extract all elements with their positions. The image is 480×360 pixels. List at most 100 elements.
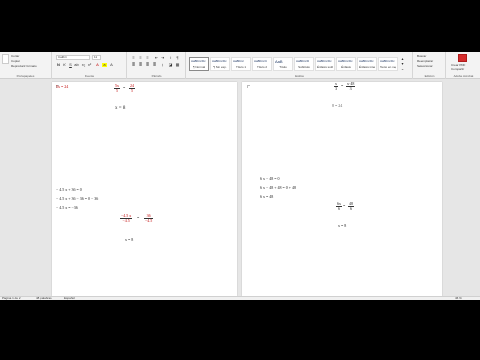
fraction: x·48 3 — [346, 82, 356, 91]
editing-group: Buscar Reemplazar Seleccionar Edición — [414, 52, 446, 79]
margin-marker — [247, 85, 250, 88]
word-count[interactable]: 48 palabras — [36, 297, 52, 300]
fraction: −4.5 x −4.5 — [120, 214, 133, 223]
borders-icon[interactable]: ▦ — [175, 63, 180, 67]
fraction: 6x 6 — [336, 202, 342, 211]
multilevel-list-icon[interactable]: ≡ — [145, 56, 150, 60]
equation-line: − 4.5 x = −36 — [56, 205, 78, 210]
text-effects-icon[interactable]: A — [109, 63, 114, 67]
style-heading-2[interactable]: AaBbCcC Título 2 — [252, 57, 272, 71]
justify-icon[interactable]: ≣ — [152, 63, 157, 67]
word-window: Cortar Copiar Reproducir formato Portapa… — [0, 52, 480, 300]
font-label: Fuente — [84, 74, 95, 78]
font-name-select[interactable]: Calibri — [56, 55, 90, 60]
equation-line: 6 x − 48 = 0 — [260, 176, 280, 181]
format-painter-button[interactable]: Reproducir formato — [11, 65, 37, 68]
style-name: Énfasis intenso — [359, 65, 375, 69]
style-no-spacing[interactable]: AaBbCcDc ¶ Sin esp. — [210, 57, 230, 71]
align-left-icon[interactable]: ≣ — [131, 63, 136, 67]
style-preview: AaBbCc — [233, 59, 245, 63]
equals-sign: = — [343, 203, 346, 208]
share-pdf-button[interactable]: Compartir — [451, 68, 464, 71]
fraction-denominator: 6 — [338, 206, 340, 211]
copy-button[interactable]: Copiar — [11, 60, 20, 63]
bold-icon[interactable]: N — [56, 63, 61, 67]
style-name: ¶ Normal — [192, 65, 206, 69]
style-title[interactable]: AaB Título — [273, 57, 293, 71]
acrobat-label: Adobe Acrobat — [453, 74, 474, 78]
font-name-value: Calibri — [58, 55, 67, 59]
style-name: Texto en negrita — [380, 65, 396, 69]
underline-icon[interactable]: S — [68, 63, 73, 67]
fraction: x 3 — [334, 82, 338, 91]
strikethrough-icon[interactable]: ab — [74, 63, 79, 67]
style-preview: AaBbCcDc — [212, 59, 227, 63]
bullets-icon[interactable]: ≡ — [131, 56, 136, 60]
decrease-indent-icon[interactable]: ⇤ — [154, 56, 159, 60]
pdf-icon[interactable] — [458, 54, 467, 62]
paragraph-label: Párrafo — [151, 74, 162, 78]
page-left[interactable]: 5x = 24 5x 5 = 24 5 x = 8 − 4.5 x + 36 =… — [52, 82, 237, 296]
pilcrow-icon[interactable]: ¶ — [175, 56, 180, 60]
find-button[interactable]: Buscar — [417, 55, 426, 58]
styles-more-icon[interactable]: ⌄ — [400, 67, 405, 71]
select-button[interactable]: Seleccionar — [417, 65, 433, 68]
paste-button[interactable] — [2, 54, 9, 64]
replace-button[interactable]: Reemplazar — [417, 60, 433, 63]
shading-icon[interactable]: ◪ — [168, 63, 173, 67]
language-indicator[interactable]: Español — [64, 297, 75, 300]
style-preview: AaBbCcDc — [338, 59, 353, 63]
fraction: 48 6 — [348, 202, 354, 211]
highlight-icon[interactable]: a — [102, 63, 107, 67]
equation-line: 5x = 24 — [56, 84, 69, 89]
style-subtitle[interactable]: AaBbCcD Subtítulo — [294, 57, 314, 71]
result-line: x = 8 — [125, 237, 134, 242]
subscript-icon[interactable]: x₂ — [81, 63, 86, 67]
style-preview: AaBbCcDc — [317, 59, 332, 63]
fraction: 24 5 — [129, 84, 135, 93]
fraction-denominator: −4.5 — [122, 218, 130, 223]
zoom-level[interactable]: 46 % — [455, 297, 462, 300]
fraction-denominator: 3 — [349, 86, 352, 91]
style-strong[interactable]: AaBbCcDc Texto en negrita — [378, 57, 398, 71]
numbering-icon[interactable]: ≡ — [138, 56, 143, 60]
italic-icon[interactable]: K — [62, 63, 67, 67]
style-name: Título 1 — [235, 65, 246, 69]
style-name: Énfasis sutil — [317, 65, 333, 69]
font-color-icon[interactable]: A — [95, 63, 100, 67]
document-workspace[interactable]: 5x = 24 5x 5 = 24 5 x = 8 − 4.5 x + 36 =… — [0, 80, 480, 296]
style-normal[interactable]: AaBbCcDc ¶ Normal — [189, 57, 209, 71]
font-group: Calibri 11 N K S ab x₂ x² A a A Fuente — [53, 52, 127, 79]
font-size-value: 11 — [94, 55, 98, 59]
clipboard-label: Portapapeles — [16, 74, 35, 78]
sort-icon[interactable]: ↕ — [168, 56, 173, 60]
fraction-denominator: −4.5 — [145, 218, 153, 223]
style-name: Subtítulo — [298, 65, 310, 69]
style-subtle-emphasis[interactable]: AaBbCcDc Énfasis sutil — [315, 57, 335, 71]
superscript-icon[interactable]: x² — [87, 63, 92, 67]
page-right[interactable]: x 3 = x·48 3 8 = 24 6 x − 48 = 0 6 x − 4… — [242, 82, 442, 296]
result-line: 8 = 24 — [332, 103, 343, 108]
page-count[interactable]: Página 1 de 2 — [2, 297, 21, 300]
style-emphasis[interactable]: AaBbCcDc Énfasis — [336, 57, 356, 71]
equation-line: 6 x = 48 — [260, 194, 274, 199]
equals-sign: = — [137, 215, 140, 220]
style-name: ¶ Sin esp. — [213, 65, 227, 69]
style-heading-1[interactable]: AaBbCc Título 1 — [231, 57, 251, 71]
line-spacing-icon[interactable]: ↨ — [160, 63, 165, 67]
style-name: Título — [279, 65, 287, 69]
increase-indent-icon[interactable]: ⇥ — [160, 56, 165, 60]
style-intense-emphasis[interactable]: AaBbCcDc Énfasis intenso — [357, 57, 377, 71]
font-size-select[interactable]: 11 — [92, 55, 101, 60]
style-preview: AaBbCcDc — [359, 59, 374, 63]
result-line: x = 8 — [338, 223, 347, 228]
fraction-denominator: 6 — [350, 206, 352, 211]
align-right-icon[interactable]: ≣ — [145, 63, 150, 67]
style-preview: AaBbCcDc — [380, 59, 395, 63]
align-center-icon[interactable]: ≣ — [138, 63, 143, 67]
styles-label: Estilos — [295, 74, 304, 78]
cut-button[interactable]: Cortar — [11, 55, 19, 58]
style-preview: AaBbCcC — [254, 59, 268, 63]
fraction-denominator: 5 — [116, 88, 118, 93]
style-preview: AaB — [275, 59, 283, 64]
